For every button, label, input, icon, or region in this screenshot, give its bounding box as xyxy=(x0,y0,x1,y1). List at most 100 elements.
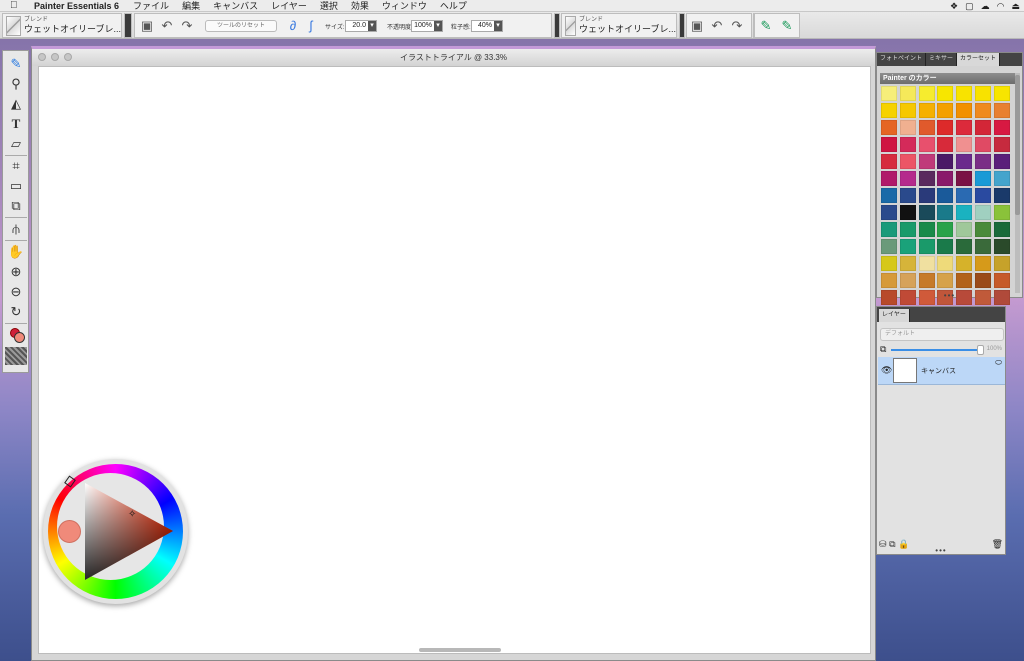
color-swatch[interactable] xyxy=(993,102,1010,119)
color-swatch[interactable] xyxy=(956,170,973,187)
rotate-page-icon[interactable]: ↻ xyxy=(5,303,27,321)
color-swatch[interactable] xyxy=(881,153,897,170)
wifi-icon[interactable]: ◠ xyxy=(997,1,1005,12)
panel-resize-handle[interactable]: ••• xyxy=(877,547,1005,555)
color-swatch[interactable] xyxy=(956,221,973,238)
color-swatch[interactable] xyxy=(993,86,1010,102)
zoom-button[interactable] xyxy=(64,53,72,61)
color-swatch[interactable] xyxy=(956,238,973,255)
menu-help[interactable]: ヘルプ xyxy=(440,0,467,12)
color-swatch[interactable] xyxy=(918,238,935,255)
crop-tool-icon[interactable]: ⌗ xyxy=(5,157,27,175)
color-swatch[interactable] xyxy=(993,238,1010,255)
composite-method-select[interactable]: デフォルト xyxy=(880,328,1004,341)
brush-selector-2[interactable]: ブレンド ウェットオイリーブレ... xyxy=(561,13,677,38)
color-swatch[interactable] xyxy=(974,86,991,102)
color-swatch[interactable] xyxy=(993,255,1010,272)
window-icon[interactable]: ▢ xyxy=(965,1,974,12)
color-swatch[interactable] xyxy=(937,119,954,136)
layer-options-icon[interactable]: ⬭ xyxy=(995,358,1002,368)
color-swatch[interactable] xyxy=(956,153,973,170)
save-icon[interactable]: ▣ xyxy=(139,18,155,34)
color-swatch[interactable] xyxy=(993,221,1010,238)
color-swatch[interactable] xyxy=(899,272,916,289)
color-swatch[interactable] xyxy=(956,86,973,102)
size-field[interactable]: 20.0 xyxy=(345,20,377,32)
menu-layer[interactable]: レイヤー xyxy=(271,0,307,12)
color-swatch[interactable] xyxy=(956,204,973,221)
color-swatch[interactable] xyxy=(937,238,954,255)
opacity-field[interactable]: 100% xyxy=(411,20,443,32)
color-swatch[interactable] xyxy=(918,255,935,272)
eraser-tool-icon[interactable]: ▱ xyxy=(5,135,27,153)
color-swatch[interactable] xyxy=(937,255,954,272)
color-swatch[interactable] xyxy=(899,153,916,170)
zoom-in-icon[interactable]: ⊕ xyxy=(5,263,27,281)
color-swatch[interactable] xyxy=(956,119,973,136)
color-swatch[interactable] xyxy=(881,272,897,289)
color-swatch[interactable] xyxy=(918,187,935,204)
color-swatch[interactable] xyxy=(881,119,897,136)
menu-edit[interactable]: 編集 xyxy=(182,0,200,12)
color-swatch[interactable] xyxy=(956,187,973,204)
menu-window[interactable]: ウィンドウ xyxy=(382,0,427,12)
color-swatch[interactable] xyxy=(937,102,954,119)
color-swatch[interactable] xyxy=(974,255,991,272)
color-swatch[interactable] xyxy=(899,221,916,238)
layer-opacity-slider[interactable]: ⧉ 100% xyxy=(880,344,1004,356)
color-swatch[interactable] xyxy=(899,170,916,187)
layer-row[interactable]: 👁 キャンバス ⬭ xyxy=(878,357,1005,385)
color-swatch[interactable] xyxy=(899,187,916,204)
stroke-alt-icon[interactable]: ʃ xyxy=(303,18,319,34)
color-swatch[interactable] xyxy=(881,187,897,204)
undo-icon[interactable]: ↶ xyxy=(159,18,175,34)
color-swatch[interactable] xyxy=(918,221,935,238)
menu-file[interactable]: ファイル xyxy=(133,0,169,12)
undo-icon[interactable]: ↶ xyxy=(709,18,725,34)
color-swatch[interactable] xyxy=(993,136,1010,153)
save-icon[interactable]: ▣ xyxy=(689,18,705,34)
color-swatch[interactable] xyxy=(881,102,897,119)
color-swatch[interactable] xyxy=(974,170,991,187)
app-menu[interactable]: Painter Essentials 6 xyxy=(34,1,119,11)
color-swatch[interactable] xyxy=(993,204,1010,221)
color-swatch[interactable] xyxy=(899,204,916,221)
color-swatch[interactable] xyxy=(918,136,935,153)
color-swatch[interactable] xyxy=(993,187,1010,204)
color-swatch[interactable] xyxy=(937,153,954,170)
close-button[interactable] xyxy=(38,53,46,61)
cloud-icon[interactable]: ☁ xyxy=(981,1,990,12)
color-swatch[interactable] xyxy=(974,272,991,289)
rect-select-icon[interactable]: ▭ xyxy=(5,177,27,195)
paint-bucket-icon[interactable]: ◭ xyxy=(5,95,27,113)
horizontal-scrollbar[interactable] xyxy=(419,648,501,652)
color-swatch[interactable] xyxy=(993,170,1010,187)
color-swatch[interactable] xyxy=(899,136,916,153)
opacity-knob[interactable] xyxy=(977,345,984,355)
color-swatch[interactable] xyxy=(918,170,935,187)
document-titlebar[interactable]: イラストトライアル @ 33.3% xyxy=(32,49,875,66)
dropbox-icon[interactable]: ❖ xyxy=(950,1,958,12)
redo-icon[interactable]: ↷ xyxy=(179,18,195,34)
color-swatch[interactable] xyxy=(993,153,1010,170)
color-swatch[interactable] xyxy=(974,204,991,221)
tab-mixer[interactable]: ミキサー xyxy=(926,53,958,66)
color-swatch[interactable] xyxy=(974,102,991,119)
brush-tracking-icon[interactable]: ✎ xyxy=(758,18,774,34)
grain-field[interactable]: 40% xyxy=(471,20,503,32)
panel-resize-handle[interactable]: ••• xyxy=(877,292,1022,300)
transform-tool-icon[interactable]: ⧉ xyxy=(5,197,27,215)
color-swatch[interactable] xyxy=(993,119,1010,136)
menu-effects[interactable]: 効果 xyxy=(351,0,369,12)
color-swatch[interactable] xyxy=(899,119,916,136)
reset-tool-button[interactable]: ツールのリセット xyxy=(205,20,277,32)
color-swatch[interactable] xyxy=(881,86,897,102)
color-swatch[interactable] xyxy=(918,272,935,289)
brush-selector[interactable]: ブレンド ウェットオイリーブレ... xyxy=(2,13,122,38)
color-swatch[interactable] xyxy=(974,119,991,136)
dropper-tool-icon[interactable]: ⚲ xyxy=(5,75,27,93)
color-swatch[interactable] xyxy=(918,119,935,136)
color-swatch[interactable] xyxy=(881,136,897,153)
color-swatch[interactable] xyxy=(956,102,973,119)
color-swatch[interactable] xyxy=(937,272,954,289)
